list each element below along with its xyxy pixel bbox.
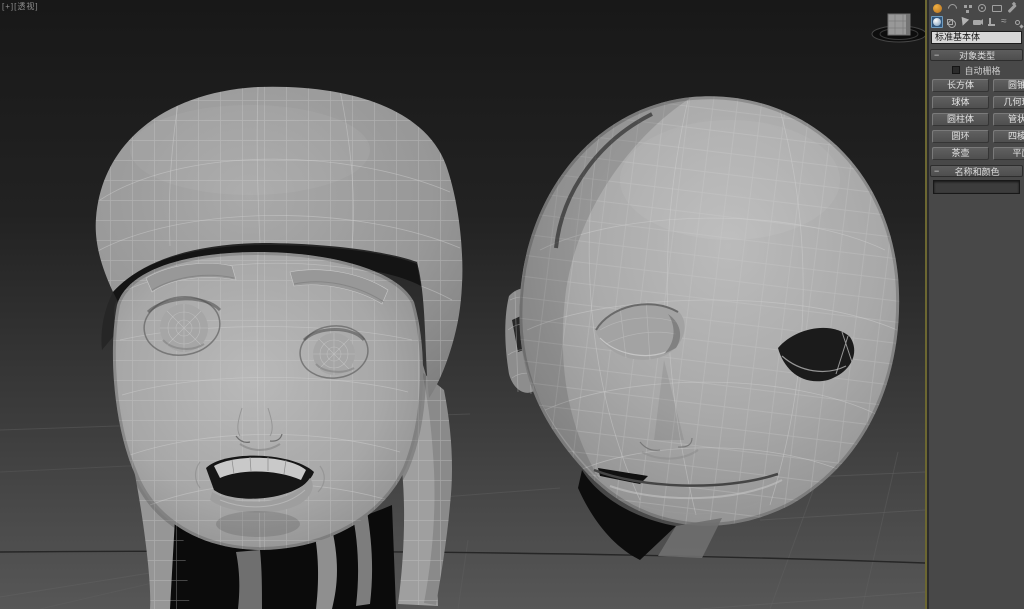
pyramid-button[interactable]: 四棱锥	[993, 130, 1024, 143]
space-warps-category-icon[interactable]: ≈	[998, 16, 1009, 28]
viewport-canvas[interactable]	[0, 0, 925, 609]
command-panel: ≈ 标准基本体 − 对象类型 自动栅格 长方体 圆锥体 球体 几何球体 圆柱体 …	[929, 0, 1024, 609]
command-panel-tabs	[929, 0, 1024, 15]
teapot-button[interactable]: 茶壶	[932, 147, 989, 160]
perspective-viewport[interactable]: [+][透视]	[0, 0, 925, 609]
object-name-field[interactable]	[933, 180, 1020, 194]
collapse-icon: −	[934, 167, 939, 176]
torus-button[interactable]: 圆环	[932, 130, 989, 143]
primitive-buttons: 长方体 圆锥体 球体 几何球体 圆柱体 管状体 圆环 四棱锥 茶壶 平面	[929, 78, 1024, 160]
model-head-girl[interactable]	[90, 80, 470, 609]
neck	[236, 550, 262, 609]
geometry-category-icon[interactable]	[931, 16, 943, 28]
sphere-button[interactable]: 球体	[932, 96, 989, 109]
autogrid-row: 自动栅格	[929, 63, 1024, 77]
viewport-label[interactable]: [+][透视]	[2, 1, 39, 12]
utilities-tab-icon[interactable]	[1006, 3, 1018, 14]
collapse-icon: −	[934, 51, 939, 60]
3ds-max-window: [+][透视]	[0, 0, 1024, 609]
cameras-category-icon[interactable]	[971, 16, 982, 28]
primitive-type-dropdown[interactable]: 标准基本体	[931, 31, 1022, 44]
lights-category-icon[interactable]	[958, 16, 969, 28]
modify-tab-icon[interactable]	[946, 3, 958, 14]
hierarchy-tab-icon[interactable]	[961, 3, 973, 14]
rollout-title: 名称和颜色	[942, 165, 1022, 178]
tube-button[interactable]: 管状体	[993, 113, 1024, 126]
chin-shadow	[216, 511, 300, 537]
cone-button[interactable]: 圆锥体	[993, 79, 1024, 92]
autogrid-label: 自动栅格	[964, 64, 1000, 77]
plane-button[interactable]: 平面	[993, 147, 1024, 160]
create-category-row: ≈	[929, 15, 1024, 30]
cylinder-button[interactable]: 圆柱体	[932, 113, 989, 126]
geosphere-button[interactable]: 几何球体	[993, 96, 1024, 109]
helpers-category-icon[interactable]	[985, 16, 996, 28]
create-tab-icon[interactable]	[931, 3, 943, 14]
display-tab-icon[interactable]	[991, 3, 1003, 14]
object-type-rollout-header[interactable]: − 对象类型	[930, 49, 1023, 61]
systems-category-icon[interactable]	[1012, 16, 1023, 28]
rollout-title: 对象类型	[942, 49, 1022, 62]
motion-tab-icon[interactable]	[976, 3, 988, 14]
autogrid-checkbox[interactable]	[952, 66, 960, 74]
name-color-rollout-header[interactable]: − 名称和颜色	[930, 165, 1023, 177]
shapes-category-icon[interactable]	[945, 16, 956, 28]
box-button[interactable]: 长方体	[932, 79, 989, 92]
